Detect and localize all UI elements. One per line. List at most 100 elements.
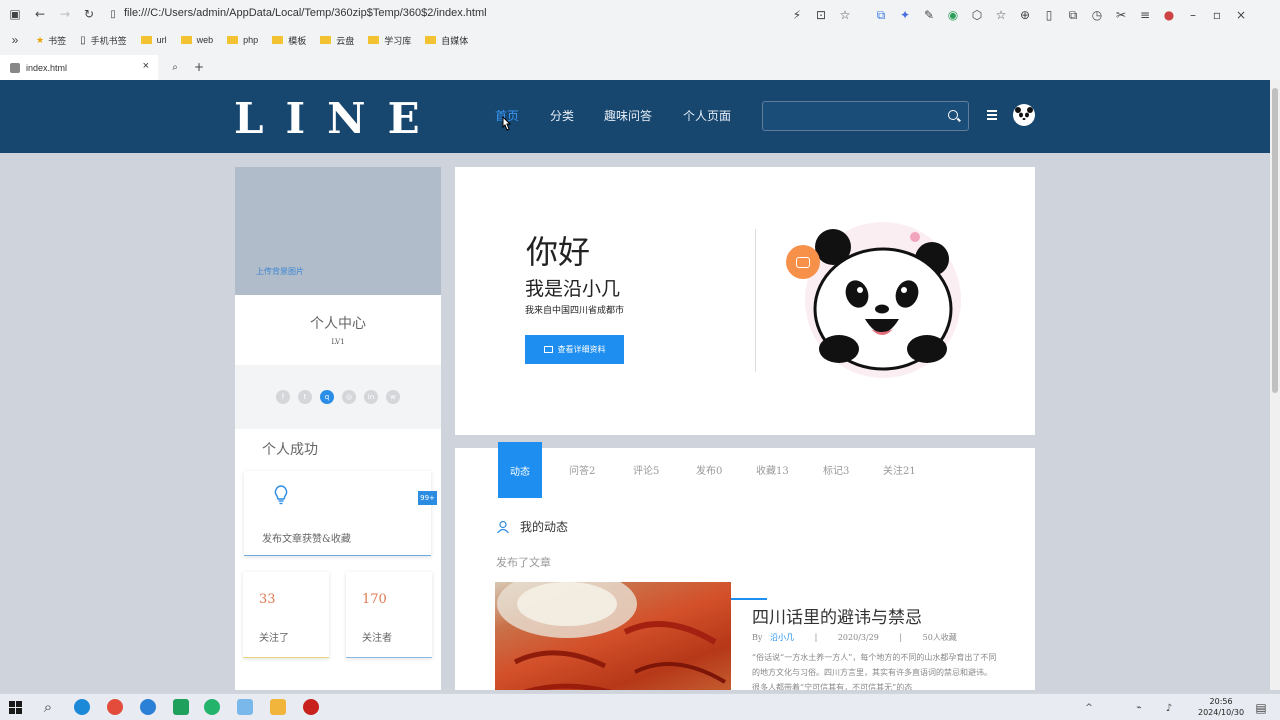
achievement-card[interactable]: 发布文章获赞&收藏	[244, 471, 431, 556]
sidebar-toggle-icon[interactable]: ▣	[6, 5, 24, 23]
bookmark-item[interactable]: ★ 书签	[36, 34, 66, 47]
bookmark-item[interactable]: 自媒体	[425, 34, 468, 47]
nav-profile[interactable]: 个人页面	[683, 107, 731, 124]
clock[interactable]: 20:56 2024/10/30	[1198, 696, 1244, 718]
upload-cover-link[interactable]: 上传背景图片	[256, 266, 304, 277]
bookmark-item[interactable]: php	[227, 35, 258, 45]
tab-search-icon[interactable]: ⌕	[166, 58, 184, 76]
edge-icon[interactable]	[74, 699, 90, 715]
phone-icon[interactable]: ▯	[1040, 6, 1058, 24]
web-page: LINE 首页 分类 趣味问答 个人页面 上传背景图片 个人中心 LV1 f t…	[0, 80, 1270, 690]
user-icon	[497, 520, 509, 533]
nav-qa[interactable]: 趣味问答	[604, 107, 652, 124]
url-bar[interactable]: file:///C:/Users/admin/AppData/Local/Tem…	[124, 7, 487, 19]
twitter-icon[interactable]: t	[298, 390, 312, 404]
star-icon[interactable]: ☆	[836, 6, 854, 24]
folder-icon	[320, 36, 332, 44]
recorder-icon[interactable]	[303, 699, 319, 715]
view-details-button[interactable]: 查看详细资料	[525, 335, 624, 364]
tab-following[interactable]: 关注21	[883, 462, 916, 477]
wechat-icon[interactable]	[204, 699, 220, 715]
bookmark-item[interactable]: 云盘	[320, 34, 354, 47]
bookmark-item[interactable]: web	[180, 35, 213, 45]
logo[interactable]: LINE	[234, 94, 442, 143]
following-label: 关注了	[259, 633, 289, 644]
new-tab-icon[interactable]: +	[190, 58, 208, 76]
article-title[interactable]: 四川话里的避讳与禁忌	[752, 603, 922, 628]
ai-icon[interactable]: ✦	[896, 6, 914, 24]
maximize-icon[interactable]: ▫	[1208, 6, 1226, 24]
sidebar: 上传背景图片 个人中心 LV1 f t q ◎ in w 个人成功 发布文章获赞…	[235, 167, 441, 690]
followers-card[interactable]: 170 关注者	[346, 572, 432, 658]
tab-close-icon[interactable]: ×	[143, 60, 149, 72]
browser-app-icon[interactable]	[140, 699, 156, 715]
chat-icon[interactable]	[786, 245, 820, 279]
cut-icon[interactable]: ✂	[1112, 6, 1130, 24]
scrollbar[interactable]	[1270, 80, 1280, 690]
bolt-icon[interactable]: ⚡	[788, 6, 806, 24]
add-icon[interactable]: ⊕	[1016, 6, 1034, 24]
network-icon[interactable]: ⌁	[1130, 699, 1148, 717]
reload-icon[interactable]: ↻	[80, 5, 98, 23]
history-icon[interactable]: ◷	[1088, 6, 1106, 24]
back-icon[interactable]: ←	[31, 5, 49, 23]
count-badge: 99+	[418, 491, 437, 505]
tab-comments[interactable]: 评论5	[633, 462, 659, 477]
tray-chevron-icon[interactable]: ^	[1080, 699, 1098, 717]
hbuilder-icon[interactable]	[173, 699, 189, 715]
favorites-icon[interactable]: ☆	[992, 6, 1010, 24]
bookmark-item[interactable]: url	[140, 35, 167, 45]
bookmark-item[interactable]: 学习库	[368, 34, 411, 47]
forward-icon[interactable]: →	[56, 5, 74, 23]
bookmarks-bar: » ★ 书签 ▯ 手机书签 url web php 模板 云盘 学习库 自媒体	[0, 30, 482, 50]
linkedin-icon[interactable]: in	[364, 390, 378, 404]
level-label: LV1	[331, 338, 345, 346]
screenshot-icon[interactable]: ⊡	[812, 6, 830, 24]
collections-icon[interactable]: ⧉	[1064, 6, 1082, 24]
folder-icon	[425, 36, 437, 44]
personal-center-title: 个人中心	[310, 316, 366, 332]
windows-icon[interactable]	[9, 701, 22, 714]
tab-published[interactable]: 发布0	[696, 462, 722, 477]
chrome-icon[interactable]	[107, 699, 123, 715]
image-icon	[543, 346, 553, 353]
app-icon[interactable]	[237, 699, 253, 715]
profile-icon[interactable]: ●	[1160, 6, 1178, 24]
nav-category[interactable]: 分类	[550, 107, 574, 124]
avatar[interactable]	[1013, 104, 1035, 126]
bookmark-item[interactable]: 模板	[272, 34, 306, 47]
bookmark-item[interactable]: ▯ 手机书签	[80, 34, 127, 47]
search-input[interactable]	[762, 101, 969, 131]
followers-count: 170	[362, 592, 387, 607]
qq-icon[interactable]: q	[320, 390, 334, 404]
volume-icon[interactable]: ♪	[1160, 699, 1178, 717]
hamburger-icon[interactable]	[987, 110, 997, 121]
article-author[interactable]: 沿小几	[770, 633, 794, 642]
folder-icon	[227, 36, 239, 44]
tab-index[interactable]: index.html ×	[0, 55, 158, 80]
chevron-double-icon[interactable]: »	[6, 31, 24, 49]
search-icon[interactable]: ⌕	[39, 698, 57, 716]
folder-icon[interactable]	[270, 699, 286, 715]
minimize-icon[interactable]: –	[1184, 6, 1202, 24]
translate-icon[interactable]: ⧉	[872, 6, 890, 24]
search-icon[interactable]	[948, 110, 958, 120]
close-icon[interactable]: ×	[1232, 6, 1250, 24]
wechat-icon[interactable]: w	[386, 390, 400, 404]
following-card[interactable]: 33 关注了	[243, 572, 329, 658]
article-image[interactable]	[495, 582, 731, 690]
tab-activity[interactable]: 动态	[498, 442, 542, 498]
tab-qa[interactable]: 问答2	[569, 462, 595, 477]
scroll-thumb[interactable]	[1272, 88, 1278, 393]
instagram-icon[interactable]: ◎	[342, 390, 356, 404]
tab-marks[interactable]: 标记3	[823, 462, 849, 477]
puzzle-icon[interactable]: ⬡	[968, 6, 986, 24]
menu-icon[interactable]: ≡	[1136, 6, 1154, 24]
chrome-ext-icon[interactable]: ◉	[944, 6, 962, 24]
notification-icon[interactable]: ▤	[1252, 699, 1270, 717]
pen-icon[interactable]: ✎	[920, 6, 938, 24]
facebook-icon[interactable]: f	[276, 390, 290, 404]
tab-favorites[interactable]: 收藏13	[756, 462, 789, 477]
folder-icon	[368, 36, 380, 44]
profile-hero: 你好 我是沿小几 我来自中国四川省成都市 查看详细资料	[455, 167, 1035, 435]
